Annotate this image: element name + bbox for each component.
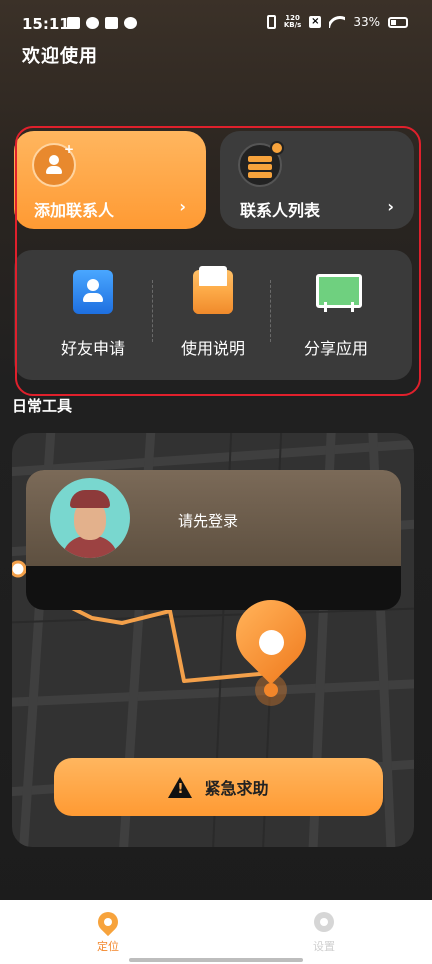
- wifi-icon: [329, 16, 345, 28]
- gear-icon: [314, 912, 334, 932]
- no-sim-icon: ×: [309, 16, 322, 28]
- sos-label: 紧急求助: [204, 779, 269, 798]
- app-notification-icon: [86, 17, 99, 29]
- highlight-frame: [15, 126, 421, 396]
- nav-tab-settings-label: 设置: [313, 940, 335, 953]
- vibrate-icon: [266, 15, 276, 29]
- wechat-icon: [124, 17, 137, 29]
- home-indicator[interactable]: [129, 958, 303, 962]
- battery-icon: [388, 16, 408, 28]
- bottom-nav: 定位 设置: [0, 900, 432, 964]
- status-notification-icons: [67, 17, 137, 29]
- battery-percent: 33%: [353, 15, 380, 29]
- warning-icon: [168, 776, 193, 798]
- network-speed-unit: KB/s: [283, 21, 302, 29]
- status-time: 15:11: [22, 15, 70, 33]
- location-icon: [93, 907, 123, 937]
- page-title: 欢迎使用: [22, 46, 98, 67]
- crown-icon: [67, 17, 80, 29]
- sos-button[interactable]: 紧急求助: [54, 758, 383, 816]
- login-prompt[interactable]: 请先登录: [178, 510, 238, 531]
- nav-tab-settings[interactable]: 设置: [294, 912, 354, 954]
- status-system-icons: 120 KB/s × 33%: [266, 15, 408, 29]
- location-pin-icon: [221, 585, 321, 710]
- avatar: [50, 478, 130, 558]
- daily-tools-title: 日常工具: [12, 397, 73, 415]
- network-speed: 120 KB/s: [284, 15, 301, 29]
- nav-tab-locate[interactable]: 定位: [78, 907, 138, 954]
- nav-tab-locate-label: 定位: [97, 940, 119, 953]
- login-card[interactable]: 请先登录: [26, 470, 401, 610]
- mail-icon: [105, 17, 118, 29]
- status-bar: 15:11 120 KB/s × 33%: [0, 0, 432, 40]
